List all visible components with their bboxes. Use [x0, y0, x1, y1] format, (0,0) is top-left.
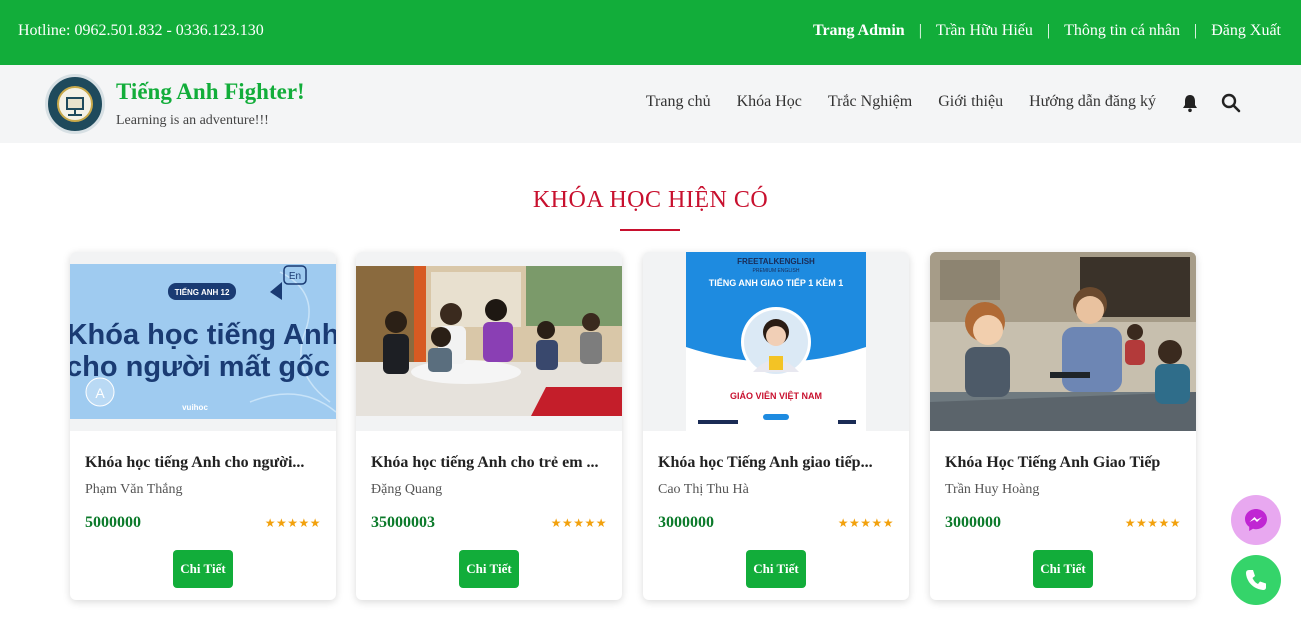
detail-button[interactable]: Chi Tiết — [173, 550, 233, 588]
phone-icon — [1246, 570, 1266, 590]
detail-button[interactable]: Chi Tiết — [459, 550, 519, 588]
course-price: 3000000 — [945, 514, 1001, 531]
course-price: 3000000 — [658, 514, 714, 531]
course-thumbnail[interactable] — [930, 252, 1196, 431]
thumb-brand: vuihoc — [182, 403, 208, 412]
top-bar: Hotline: 0962.501.832 - 0336.123.130 Tra… — [0, 0, 1301, 65]
phone-button[interactable] — [1231, 555, 1281, 605]
course-price: 35000003 — [371, 514, 435, 531]
course-card: Khóa Học Tiếng Anh Giao Tiếp Trần Huy Ho… — [930, 252, 1196, 600]
brand-title[interactable]: Tiếng Anh Fighter! — [116, 79, 305, 105]
course-title[interactable]: Khóa học Tiếng Anh giao tiếp... — [658, 454, 894, 472]
thumb-headline: TIẾNG ANH GIAO TIẾP 1 KÈM 1 — [709, 278, 844, 288]
admin-link[interactable]: Trang Admin — [813, 22, 905, 40]
course-title[interactable]: Khóa học tiếng Anh cho trẻ em ... — [371, 454, 607, 472]
hotline-text: Hotline: 0962.501.832 - 0336.123.130 — [18, 22, 264, 39]
course-thumbnail[interactable]: TIẾNG ANH 12 Khóa học tiếng Anh cho ngườ… — [70, 252, 336, 431]
course-teacher: Đặng Quang — [371, 482, 443, 497]
course-thumbnail[interactable] — [356, 252, 622, 431]
messenger-button[interactable] — [1231, 495, 1281, 545]
title-underline — [620, 229, 680, 231]
course-card: Khóa học tiếng Anh cho trẻ em ... Đặng Q… — [356, 252, 622, 600]
course-teacher: Phạm Văn Thắng — [85, 482, 183, 497]
menu-item-register-guide[interactable]: Hướng dẫn đăng ký — [1029, 93, 1156, 111]
thumb-brand: FREETALKENGLISH — [737, 257, 815, 266]
course-card: FREETALKENGLISH PREMIUM ENGLISH TIẾNG AN… — [643, 252, 909, 600]
course-teacher: Trần Huy Hoàng — [945, 482, 1040, 497]
rating-stars: ★★★★★ — [1124, 516, 1181, 530]
course-price: 5000000 — [85, 514, 141, 531]
section-title: KHÓA HỌC HIỆN CÓ — [532, 187, 769, 213]
search-icon[interactable] — [1221, 93, 1241, 113]
course-thumbnail[interactable]: FREETALKENGLISH PREMIUM ENGLISH TIẾNG AN… — [643, 252, 909, 431]
separator: | — [1194, 22, 1198, 39]
thumb-icon-en: En — [289, 271, 301, 282]
logout-link[interactable]: Đăng Xuất — [1211, 22, 1281, 40]
bell-icon[interactable] — [1180, 93, 1200, 113]
english-class-logo[interactable] — [45, 74, 105, 134]
course-title[interactable]: Khóa học tiếng Anh cho người... — [85, 454, 321, 472]
menu-item-quiz[interactable]: Trắc Nghiệm — [828, 93, 912, 111]
course-title[interactable]: Khóa Học Tiếng Anh Giao Tiếp — [945, 454, 1181, 472]
thumb-footer: GIÁO VIÊN VIỆT NAM — [730, 390, 822, 401]
user-name-link[interactable]: Trần Hữu Hiếu — [936, 22, 1033, 40]
messenger-icon — [1245, 509, 1267, 531]
main-menu: Trang chủ Khóa Học Trắc Nghiệm Giới thiệ… — [646, 93, 1156, 111]
course-teacher: Cao Thị Thu Hà — [658, 482, 749, 497]
account-links: Trang Admin | Trần Hữu Hiếu | Thông tin … — [813, 22, 1281, 40]
detail-button[interactable]: Chi Tiết — [746, 550, 806, 588]
profile-link[interactable]: Thông tin cá nhân — [1064, 22, 1180, 40]
menu-item-about[interactable]: Giới thiệu — [938, 93, 1003, 111]
detail-button[interactable]: Chi Tiết — [1033, 550, 1093, 588]
separator: | — [1046, 22, 1051, 39]
separator: | — [918, 22, 922, 39]
menu-item-courses[interactable]: Khóa Học — [737, 93, 802, 111]
thumb-line1: Khóa học tiếng Anh — [70, 319, 336, 351]
thumb-brand-sub: PREMIUM ENGLISH — [753, 268, 800, 274]
thumb-tag: TIẾNG ANH 12 — [175, 287, 230, 297]
rating-stars: ★★★★★ — [550, 516, 607, 530]
thumb-line2: cho người mất gốc — [70, 351, 330, 383]
brand-subtitle: Learning is an adventure!!! — [116, 113, 269, 128]
rating-stars: ★★★★★ — [837, 516, 894, 530]
rating-stars: ★★★★★ — [264, 516, 321, 530]
thumb-icon-a: A — [95, 385, 105, 401]
menu-item-home[interactable]: Trang chủ — [646, 93, 711, 111]
main-navbar: Tiếng Anh Fighter! Learning is an advent… — [0, 65, 1301, 143]
course-card: TIẾNG ANH 12 Khóa học tiếng Anh cho ngườ… — [70, 252, 336, 600]
